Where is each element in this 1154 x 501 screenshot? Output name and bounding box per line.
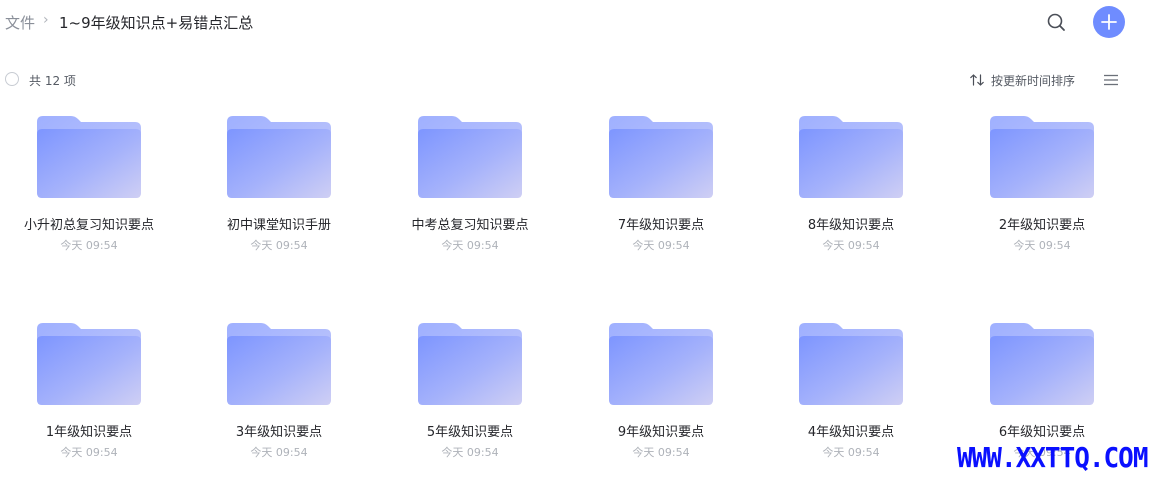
folder-icon [37,321,141,411]
folder-item[interactable]: 3年级知识要点 今天 09:54 [199,311,359,501]
sort-arrows-icon [970,74,984,86]
plus-icon [1101,14,1117,30]
folder-name: 中考总复习知识要点 [411,218,529,233]
sort-button[interactable]: 按更新时间排序 [969,72,1075,88]
folder-name: 9年级知识要点 [617,425,705,440]
folder-item[interactable]: 中考总复习知识要点 今天 09:54 [390,104,550,294]
folder-modified-time: 今天 09:54 [822,446,880,459]
folder-item[interactable]: 5年级知识要点 今天 09:54 [390,311,550,501]
folder-modified-time: 今天 09:54 [441,446,499,459]
folder-icon [609,114,713,204]
folder-name: 7年级知识要点 [617,218,705,233]
folder-name: 小升初总复习知识要点 [23,218,154,233]
folder-modified-time: 今天 09:54 [60,239,118,252]
folder-modified-time: 今天 09:54 [632,446,690,459]
folder-grid: 小升初总复习知识要点 今天 09:54 初中课堂知识手册 今天 09:54 中考… [0,104,1154,481]
folder-item[interactable]: 1年级知识要点 今天 09:54 [9,311,169,501]
folder-icon [799,321,903,411]
folder-icon [418,114,522,204]
folder-item[interactable]: 9年级知识要点 今天 09:54 [581,311,741,501]
select-all-checkbox[interactable] [5,72,19,86]
folder-name: 6年级知识要点 [998,425,1086,440]
folder-name: 4年级知识要点 [807,425,895,440]
list-view-icon [1104,74,1118,86]
folder-icon [37,114,141,204]
folder-icon [609,321,713,411]
breadcrumb-root-link[interactable]: 文件 [5,12,35,33]
folder-name: 8年级知识要点 [807,218,895,233]
folder-name: 初中课堂知识手册 [226,218,331,233]
folder-name: 1年级知识要点 [45,425,133,440]
folder-modified-time: 今天 09:54 [632,239,690,252]
folder-modified-time: 今天 09:54 [822,239,880,252]
folder-name: 2年级知识要点 [998,218,1086,233]
folder-modified-time: 今天 09:54 [60,446,118,459]
folder-icon [227,114,331,204]
folder-icon [227,321,331,411]
view-toggle-button[interactable] [1102,72,1120,88]
folder-modified-time: 今天 09:54 [250,239,308,252]
folder-item[interactable]: 初中课堂知识手册 今天 09:54 [199,104,359,294]
breadcrumb-separator: › [43,12,49,28]
folder-icon [990,321,1094,411]
folder-name: 5年级知识要点 [426,425,514,440]
folder-modified-time: 今天 09:54 [250,446,308,459]
folder-name: 3年级知识要点 [235,425,323,440]
header-bar: 文件 › 1~9年级知识点+易错点汇总 [0,0,1154,46]
folder-item[interactable]: 7年级知识要点 今天 09:54 [581,104,741,294]
folder-item[interactable]: 小升初总复习知识要点 今天 09:54 [9,104,169,294]
breadcrumb-current-folder: 1~9年级知识点+易错点汇总 [59,14,254,32]
folder-item[interactable]: 4年级知识要点 今天 09:54 [771,311,931,501]
folder-modified-time: 今天 09:54 [441,239,499,252]
folder-icon [990,114,1094,204]
watermark-text: WWW.XXTTQ.COM [957,443,1148,475]
folder-item[interactable]: 2年级知识要点 今天 09:54 [962,104,1122,294]
search-button[interactable] [1044,10,1070,36]
folder-item[interactable]: 8年级知识要点 今天 09:54 [771,104,931,294]
item-count-label: 共 12 项 [29,74,76,88]
sort-label: 按更新时间排序 [991,73,1076,88]
search-icon [1047,13,1065,31]
folder-modified-time: 今天 09:54 [1013,239,1071,252]
folder-icon [418,321,522,411]
add-button[interactable] [1093,6,1125,38]
folder-icon [799,114,903,204]
